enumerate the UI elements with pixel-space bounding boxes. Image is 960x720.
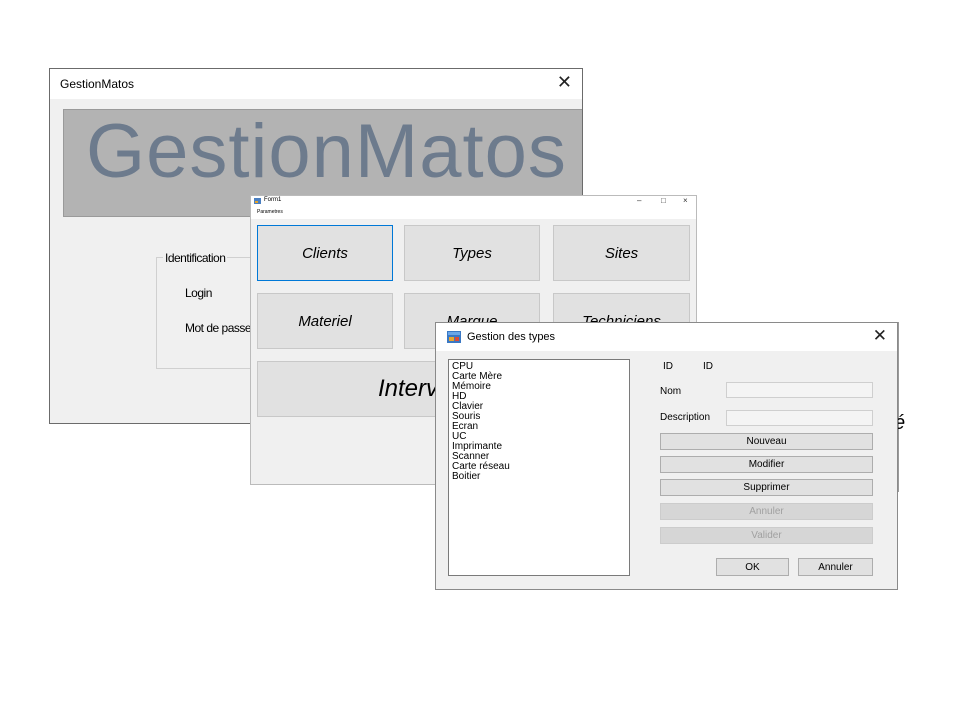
close-icon[interactable]: ×: [683, 196, 688, 205]
annuler-button[interactable]: Annuler: [798, 558, 873, 576]
title-bar[interactable]: Gestion des types ✕: [436, 323, 897, 351]
minimize-icon[interactable]: –: [637, 196, 641, 205]
id-value: ID: [703, 361, 713, 372]
valider-disabled-button[interactable]: Valider: [660, 527, 873, 544]
materiel-button[interactable]: Materiel: [257, 293, 393, 349]
gestion-types-window: Gestion des types ✕ CPU Carte Mère Mémoi…: [435, 322, 898, 590]
annuler-disabled-button[interactable]: Annuler: [660, 503, 873, 520]
window-title: Gestion des types: [467, 331, 556, 343]
close-icon[interactable]: ✕: [557, 72, 572, 93]
identification-legend: Identification: [163, 251, 228, 265]
password-label: Mot de passe: [185, 321, 252, 335]
ok-button[interactable]: OK: [716, 558, 789, 576]
list-item[interactable]: Souris: [452, 412, 626, 422]
close-icon[interactable]: ✕: [873, 326, 887, 346]
maximize-icon[interactable]: □: [661, 196, 666, 205]
window-title: GestionMatos: [60, 77, 135, 91]
app-icon: [447, 331, 461, 343]
types-button[interactable]: Types: [404, 225, 540, 281]
description-label: Description: [660, 412, 711, 423]
types-listbox[interactable]: CPU Carte Mère Mémoire HD Clavier Souris…: [448, 359, 630, 576]
menu-bar: Parametres: [251, 208, 696, 219]
nom-field[interactable]: [726, 382, 873, 398]
title-bar[interactable]: GestionMatos ✕: [50, 69, 582, 99]
menu-item-parametres[interactable]: Parametres: [257, 209, 283, 215]
nouveau-button[interactable]: Nouveau: [660, 433, 873, 450]
banner-text: GestionMatos: [86, 109, 567, 194]
id-label: ID: [663, 361, 673, 372]
app-icon: [254, 198, 261, 204]
sites-button[interactable]: Sites: [553, 225, 690, 281]
description-field[interactable]: [726, 410, 873, 426]
clients-button[interactable]: Clients: [257, 225, 393, 281]
window-title: Form1: [264, 197, 282, 203]
list-item[interactable]: Mémoire: [452, 382, 626, 392]
list-item[interactable]: Boitier: [452, 472, 626, 482]
modifier-button[interactable]: Modifier: [660, 456, 873, 473]
title-bar[interactable]: Form1 – □ ×: [251, 196, 696, 208]
list-item[interactable]: Ecran: [452, 422, 626, 432]
login-label: Login: [185, 286, 212, 300]
nom-label: Nom: [660, 386, 682, 397]
supprimer-button[interactable]: Supprimer: [660, 479, 873, 496]
